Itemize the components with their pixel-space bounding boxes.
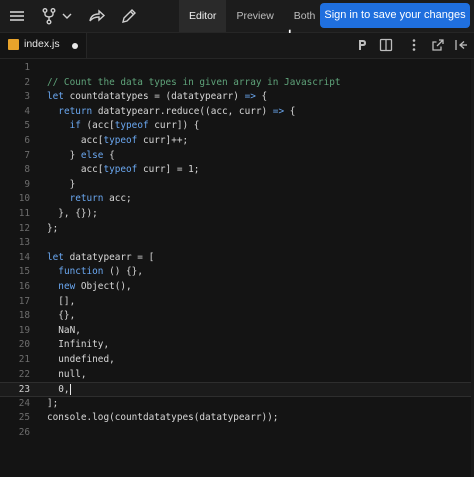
code-text: // Count the data types in given array i…: [47, 76, 341, 88]
code-text: 0,: [47, 384, 71, 396]
code-line[interactable]: 21 undefined,: [0, 353, 474, 368]
code-line[interactable]: 13: [0, 236, 474, 251]
split-view-icon[interactable]: [378, 37, 394, 53]
code-line[interactable]: 16 new Object(),: [0, 280, 474, 295]
code-line[interactable]: 18 {},: [0, 309, 474, 324]
line-number: 18: [18, 310, 30, 322]
code-line[interactable]: 5 if (acc[typeof curr]) {: [0, 119, 474, 134]
line-number: 16: [18, 281, 30, 292]
code-line[interactable]: 19 NaN,: [0, 324, 474, 339]
top-toolbar: Editor Preview Both Sign in to save your…: [0, 0, 474, 33]
line-number: 9: [24, 178, 30, 190]
code-line[interactable]: 10 return acc;: [0, 192, 474, 207]
file-tab-index-js[interactable]: index.js: [0, 33, 87, 58]
unsaved-indicator-icon: [72, 43, 78, 49]
code-text: }: [47, 178, 76, 190]
pencil-icon[interactable]: [119, 6, 139, 26]
code-text: return acc;: [69, 193, 132, 205]
code-line[interactable]: 22 null,: [0, 368, 474, 383]
line-number: 10: [18, 193, 30, 205]
line-number: 21: [18, 354, 30, 365]
code-text: function () {},: [58, 266, 143, 278]
line-number: 19: [18, 324, 30, 336]
code-editor[interactable]: 1 2// Count the data types in given array…: [0, 59, 474, 477]
code-line[interactable]: 4 return datatypearr.reduce((acc, curr) …: [0, 105, 474, 120]
code-line[interactable]: 15 function () {},: [0, 265, 474, 280]
code-text: };: [47, 222, 59, 234]
code-line[interactable]: 25 console.log(countdatatypes(datatypearr…: [0, 411, 474, 426]
code-text: console.log(countdatatypes(datatypearr))…: [47, 412, 279, 424]
code-line[interactable]: 14 let datatypearr = [: [0, 251, 474, 266]
code-text: let countdatatypes = (datatypearr) => {: [47, 91, 268, 103]
code-text: undefined,: [47, 354, 115, 365]
code-text: null,: [47, 368, 87, 380]
more-options-icon[interactable]: [406, 37, 422, 53]
code-line[interactable]: 2 // Count the data types in given array …: [0, 76, 474, 91]
line-number: 11: [18, 208, 30, 219]
line-number: 24: [18, 397, 30, 409]
code-text: [],: [47, 295, 76, 307]
chevron-down-icon[interactable]: [60, 6, 74, 26]
code-text: acc[typeof curr] = 1;: [47, 164, 200, 176]
line-number: 20: [18, 339, 30, 351]
line-number: 14: [18, 251, 30, 263]
open-external-icon[interactable]: [430, 37, 446, 53]
tab-editor[interactable]: Editor: [179, 0, 227, 32]
code-line[interactable]: 23 0,: [0, 382, 474, 397]
code-text: NaN,: [47, 324, 81, 336]
line-number: 25: [18, 412, 30, 424]
line-number: 4: [24, 105, 30, 117]
line-number: 7: [24, 149, 30, 161]
code-line[interactable]: 20 Infinity,: [0, 338, 474, 353]
line-number: 2: [24, 76, 30, 88]
line-number: 17: [18, 295, 30, 307]
code-line[interactable]: 26: [0, 426, 474, 441]
code-line[interactable]: 9 }: [0, 178, 474, 193]
code-line[interactable]: 17 [],: [0, 295, 474, 310]
code-line[interactable]: 11 }, {});: [0, 207, 474, 222]
javascript-file-icon: [8, 39, 19, 50]
line-number: 6: [24, 135, 30, 146]
line-number: 22: [18, 368, 30, 380]
code-text: acc[typeof curr]++;: [47, 135, 189, 146]
line-number: 23: [18, 384, 30, 396]
line-number: 12: [18, 222, 30, 234]
code-line[interactable]: 3 let countdatatypes = (datatypearr) => {: [0, 90, 474, 105]
line-number: 26: [18, 427, 30, 438]
code-line[interactable]: 12};: [0, 222, 474, 237]
line-number: 15: [18, 266, 30, 278]
view-mode-tabs: Editor Preview Both: [179, 0, 325, 32]
line-number: 1: [24, 62, 30, 73]
code-text: Infinity,: [47, 339, 110, 351]
hamburger-menu-icon[interactable]: [7, 6, 27, 26]
collapse-panel-icon[interactable]: [453, 37, 469, 53]
code-text: } else {: [47, 149, 115, 161]
file-tab-name: index.js: [24, 38, 60, 50]
code-line[interactable]: 8 acc[typeof curr] = 1;: [0, 163, 474, 178]
code-text: }, {});: [47, 208, 98, 219]
code-text: new Object(),: [58, 281, 132, 292]
tab-preview[interactable]: Preview: [226, 0, 283, 32]
code-line[interactable]: 24];: [0, 397, 474, 412]
prettier-format-icon[interactable]: [354, 37, 370, 53]
code-text: ];: [47, 397, 59, 409]
code-text: let datatypearr = [: [47, 251, 155, 263]
code-line[interactable]: 1: [0, 61, 474, 76]
code-text: return datatypearr.reduce((acc, curr) =>…: [58, 105, 296, 117]
code-line[interactable]: 6 acc[typeof curr]++;: [0, 134, 474, 149]
fork-icon[interactable]: [39, 6, 59, 26]
file-tab-bar: index.js: [0, 33, 474, 59]
line-number: 8: [24, 164, 30, 176]
code-text: if (acc[typeof curr]) {: [69, 120, 200, 132]
line-number: 13: [18, 237, 30, 249]
code-text: {},: [47, 310, 76, 322]
share-icon[interactable]: [87, 6, 107, 26]
sign-in-button[interactable]: Sign in to save your changes: [320, 3, 470, 28]
code-line[interactable]: 7 } else {: [0, 149, 474, 164]
line-number: 3: [24, 91, 30, 103]
text-caret: [69, 384, 71, 396]
line-number: 5: [24, 120, 30, 132]
